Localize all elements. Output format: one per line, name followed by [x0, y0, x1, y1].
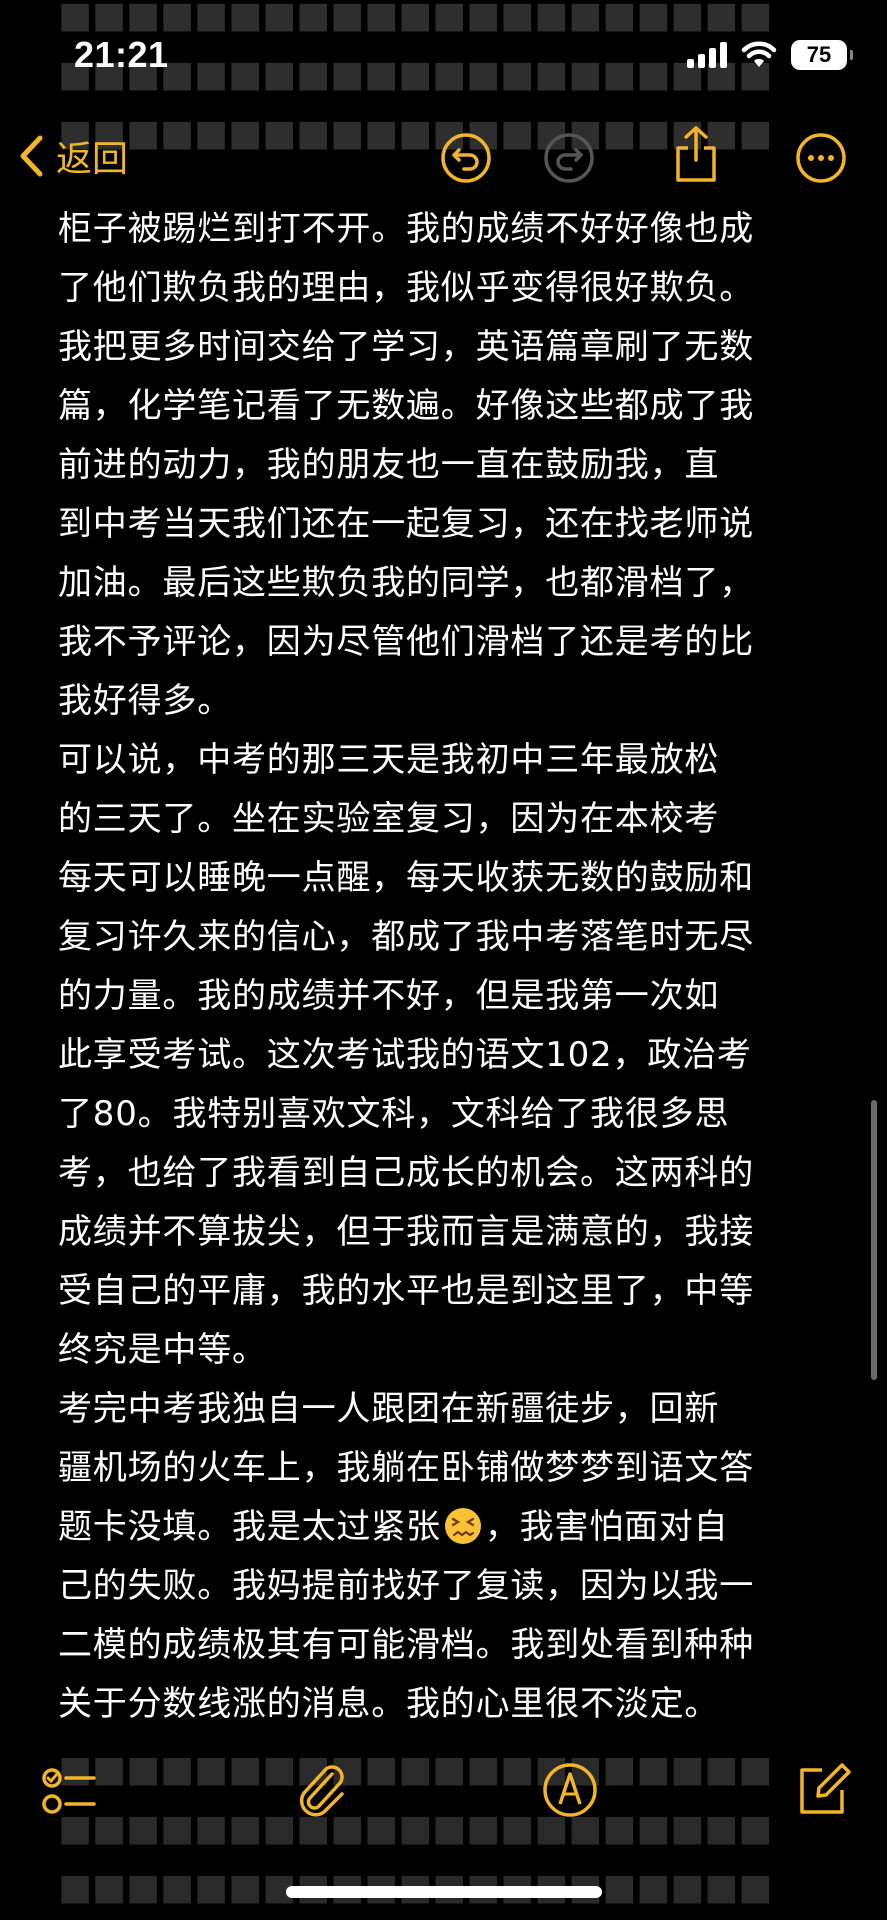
- redo-icon[interactable]: [543, 132, 595, 184]
- note-line: 己的失败。我妈提前找好了复读，因为以我一: [58, 1566, 754, 1606]
- back-button[interactable]: 返回: [18, 130, 128, 182]
- note-line: 考，也给了我看到自己成长的机会。这两科的: [58, 1153, 754, 1193]
- more-icon[interactable]: [795, 132, 847, 184]
- back-label: 返回: [56, 139, 129, 180]
- note-line: 受自己的平庸，我的水平也是到这里了，中等: [58, 1271, 754, 1311]
- scrollbar[interactable]: [871, 1100, 877, 1380]
- note-line: 疆机场的火车上，我躺在卧铺做梦梦到语文答: [58, 1448, 754, 1488]
- note-line: 二模的成绩极其有可能滑档。我到处看到种种: [58, 1625, 754, 1665]
- note-line: 成绩并不算拔尖，但于我而言是满意的，我接: [58, 1212, 754, 1252]
- confounded-face-emoji-icon: [444, 1508, 481, 1544]
- paperclip-icon[interactable]: [292, 1760, 352, 1820]
- status-bar: 21:21 75: [0, 0, 887, 112]
- status-icons: 75: [687, 40, 853, 70]
- battery-icon: 75: [791, 40, 853, 70]
- compose-icon[interactable]: [792, 1760, 852, 1820]
- note-line: 我好得多。: [58, 681, 232, 721]
- note-line: 篇，化学笔记看了无数遍。好像这些都成了我: [58, 386, 754, 426]
- note-text-segment: ，我害怕面对自: [484, 1507, 729, 1547]
- share-icon[interactable]: [670, 124, 722, 184]
- note-line: 此享受考试。这次考试我的语文102，政治考: [58, 1035, 752, 1075]
- checklist-icon[interactable]: [38, 1760, 98, 1820]
- note-line: 关于分数线涨的消息。我的心里很不淡定。: [58, 1684, 720, 1724]
- bottom-toolbar: [0, 1760, 887, 1830]
- nav-bar: 返回: [0, 112, 887, 202]
- note-line: 我不予评论，因为尽管他们滑档了还是考的比: [58, 622, 754, 662]
- battery-level: 75: [806, 42, 832, 67]
- note-line: 前进的动力，我的朋友也一直在鼓励我，直: [58, 445, 720, 485]
- undo-icon[interactable]: [440, 132, 492, 184]
- cellular-signal-icon: [687, 42, 727, 68]
- note-line: 到中考当天我们还在一起复习，还在找老师说: [58, 504, 754, 544]
- note-line: 复习许久来的信心，都成了我中考落笔时无尽: [58, 917, 754, 957]
- note-text-segment: 题卡没填。我是太过紧张: [58, 1507, 441, 1547]
- note-line: 每天可以睡晚一点醒，每天收获无数的鼓励和: [58, 858, 754, 898]
- note-line: 的力量。我的成绩并不好，但是我第一次如: [58, 976, 720, 1016]
- note-line: 考完中考我独自一人跟团在新疆徒步，回新: [58, 1389, 720, 1429]
- wifi-icon: [741, 41, 777, 67]
- note-line: 加油。最后这些欺负我的同学，也都滑档了，: [58, 563, 754, 603]
- note-line: 了他们欺负我的理由，我似乎变得很好欺负。: [58, 268, 754, 308]
- note-line: 了80。我特别喜欢文科，文科给了我很多思: [58, 1094, 730, 1134]
- note-line: 的三天了。坐在实验室复习，因为在本校考: [58, 799, 720, 839]
- status-time: 21:21: [74, 34, 169, 75]
- note-line: 可以说，中考的那三天是我初中三年最放松: [58, 740, 720, 780]
- chevron-left-icon: [20, 135, 43, 177]
- note-line: 题卡没填。我是太过紧张 ，我害怕面对自: [58, 1498, 848, 1557]
- note-line: 我把更多时间交给了学习，英语篇章刷了无数: [58, 327, 754, 367]
- note-line: 柜子被踢烂到打不开。我的成绩不好好像也成: [58, 209, 754, 249]
- home-indicator[interactable]: [286, 1886, 602, 1898]
- note-body[interactable]: 柜子被踢烂到打不开。我的成绩不好好像也成 了他们欺负我的理由，我似乎变得很好欺负。…: [58, 200, 848, 1734]
- note-line: 终究是中等。: [58, 1330, 267, 1370]
- markup-pen-icon[interactable]: [540, 1760, 600, 1820]
